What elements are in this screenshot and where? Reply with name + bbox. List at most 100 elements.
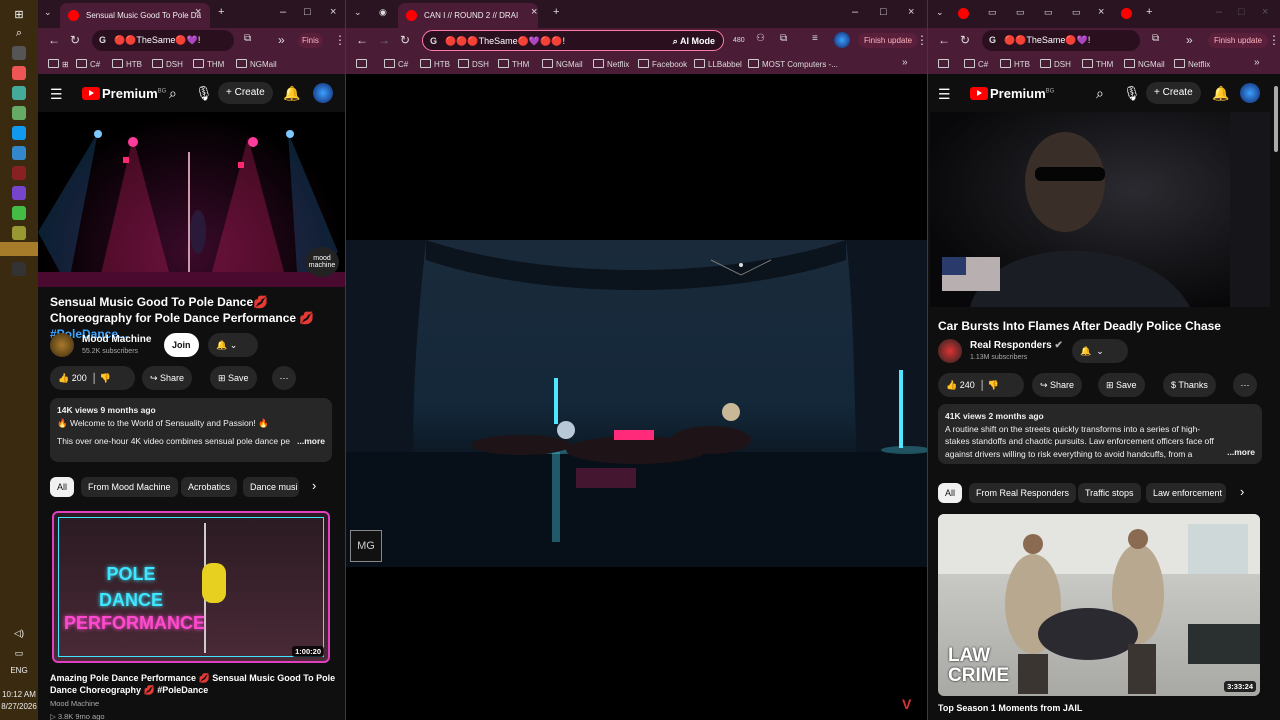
subscribed-bell-button[interactable]: 🔔 ⌄	[208, 333, 258, 357]
description-box[interactable]: 14K views 9 months ago 🔥 Welcome to the …	[50, 398, 332, 462]
minimize-icon[interactable]: –	[852, 6, 858, 18]
chevron-right-icon[interactable]: ›	[1240, 484, 1244, 499]
hamburger-menu-icon[interactable]: ☰	[938, 86, 951, 103]
onenote-icon[interactable]	[12, 186, 26, 200]
new-tab-icon[interactable]: +	[218, 6, 224, 18]
save-button[interactable]: ⊞ Save	[210, 366, 257, 390]
volume-icon[interactable]: ◁)	[12, 626, 26, 640]
chip-dance-music[interactable]: Dance musi	[243, 477, 299, 497]
save-button[interactable]: ⊞ Save	[1098, 373, 1145, 397]
chevron-right-icon[interactable]: »	[1186, 33, 1193, 47]
share-button[interactable]: ↪ Share	[1032, 373, 1083, 397]
chip-from-channel[interactable]: From Mood Machine	[81, 477, 178, 497]
tab-4[interactable]: ▭	[1044, 7, 1053, 18]
clock-date[interactable]: 8/27/2026	[0, 702, 38, 711]
close-tab-icon[interactable]: ×	[195, 6, 201, 18]
omnibox[interactable]: G 🔴🔴TheSame🔴💜!	[92, 30, 234, 51]
bookmark-netflix[interactable]: Netflix	[1174, 59, 1210, 69]
chip-all[interactable]: All	[50, 477, 75, 497]
tab-search-icon[interactable]: ⌄	[44, 7, 52, 18]
bookmark-htb[interactable]: HTB	[112, 59, 142, 69]
close-tab-icon[interactable]: ×	[531, 6, 537, 18]
menu-icon[interactable]: ⋮	[334, 33, 345, 47]
finish-update-button[interactable]: Finish update	[858, 33, 919, 48]
bookmark-thm[interactable]: THM	[1082, 59, 1113, 69]
channel-avatar[interactable]	[50, 333, 74, 357]
back-icon[interactable]: ←	[48, 33, 60, 47]
description-box[interactable]: 41K views 2 months ago A routine shift o…	[938, 404, 1262, 464]
reload-icon[interactable]: ↻	[70, 33, 80, 47]
tab-search-icon[interactable]: ⌄	[354, 7, 362, 18]
bookmark-htb[interactable]: HTB	[420, 59, 450, 69]
finish-update-button[interactable]: Finis	[298, 33, 323, 48]
back-icon[interactable]: ←	[356, 33, 368, 47]
extension-icon-1[interactable]: ⚇	[756, 33, 765, 44]
bookmark-csharp[interactable]: C#	[964, 59, 988, 69]
join-button[interactable]: Join	[164, 333, 199, 357]
close-tab-icon[interactable]: ×	[1098, 6, 1104, 18]
tab-youtube-1[interactable]	[958, 8, 969, 19]
recommended-channel[interactable]: Mood Machine	[50, 699, 99, 708]
search-icon[interactable]: ⌕	[12, 26, 26, 40]
maximize-icon[interactable]: □	[880, 6, 887, 18]
chrome-icon[interactable]	[12, 206, 26, 220]
theater-video-player[interactable]: MG	[346, 240, 927, 567]
avatar[interactable]	[1240, 83, 1260, 103]
app-icon-7[interactable]	[12, 262, 26, 276]
back-icon[interactable]: ←	[938, 33, 950, 47]
app-icon-1[interactable]	[12, 66, 26, 80]
scrollbar[interactable]	[1274, 86, 1278, 152]
more-actions-button[interactable]: ⋯	[272, 366, 296, 390]
menu-icon[interactable]: ⋮	[1268, 33, 1280, 47]
extensions-icon[interactable]: ⧉	[780, 33, 787, 44]
app-icon-4[interactable]	[12, 146, 26, 160]
close-window-icon[interactable]: ×	[330, 6, 336, 18]
microphone-icon[interactable]: 🎙	[1123, 85, 1141, 102]
bookmark-ngmail[interactable]: NGMail	[1124, 59, 1165, 69]
pinned-tab-icon[interactable]: ◉	[379, 7, 387, 18]
menu-icon[interactable]: ⋮	[916, 33, 927, 47]
chevron-right-icon[interactable]: »	[278, 33, 285, 47]
recommended-title[interactable]: Amazing Pole Dance Performance 💋 Sensual…	[50, 672, 340, 696]
tab-active[interactable]: CAN I // ROUND 2 // DRAI	[398, 3, 538, 28]
forward-icon[interactable]: →	[378, 33, 390, 47]
create-button[interactable]: + Create	[218, 82, 273, 104]
tab-active[interactable]: Sensual Music Good To Pole Da	[60, 3, 210, 28]
bookmark-dsh[interactable]: DSH	[152, 59, 183, 69]
youtube-logo[interactable]: PremiumBG	[970, 86, 1054, 101]
tab-5[interactable]: ▭	[1072, 7, 1081, 18]
keyboard-icon[interactable]: ▭	[12, 646, 26, 660]
maximize-icon[interactable]: □	[304, 6, 311, 18]
omnibox[interactable]: G 🔴🔴TheSame🔴💜!	[982, 30, 1140, 51]
extensions-icon[interactable]: ⧉	[244, 33, 251, 44]
channel-name[interactable]: Real Responders ✔	[970, 340, 1063, 351]
reload-icon[interactable]: ↻	[400, 33, 410, 47]
bookmark-facebook[interactable]: Facebook	[638, 59, 687, 69]
chip-acrobatics[interactable]: Acrobatics	[181, 477, 238, 497]
more-link[interactable]: ...more	[1227, 445, 1255, 458]
bookmarks-overflow-icon[interactable]: »	[1254, 57, 1260, 68]
chevron-right-icon[interactable]: ›	[312, 478, 316, 493]
resolution-badge[interactable]: 480	[733, 37, 745, 44]
reload-icon[interactable]: ↻	[960, 33, 970, 47]
app-icon-3[interactable]	[12, 106, 26, 120]
chip-from-channel[interactable]: From Real Responders	[969, 483, 1077, 503]
like-dislike-button[interactable]: 👍 200 │ 👎	[50, 366, 135, 390]
channel-avatar[interactable]	[938, 339, 962, 363]
language-indicator[interactable]: ENG	[0, 666, 38, 675]
clock-time[interactable]: 10:12 AM	[0, 690, 38, 699]
recommended-title[interactable]: Top Season 1 Moments from JAIL	[938, 702, 1268, 714]
chrome-active-icon[interactable]	[0, 242, 38, 256]
share-button[interactable]: ↪ Share	[142, 366, 193, 390]
new-tab-icon[interactable]: +	[553, 6, 559, 18]
avatar[interactable]	[313, 83, 333, 103]
bookmark-thm[interactable]: THM	[193, 59, 224, 69]
close-window-icon[interactable]: ×	[1262, 6, 1268, 18]
bookmark-ngmail[interactable]: NGMail	[542, 59, 583, 69]
app-icon-5[interactable]	[12, 166, 26, 180]
omnibox[interactable]: G 🔴🔴🔴TheSame🔴💜🔴🔴! ⌕ AI Mode	[422, 30, 724, 51]
tab-youtube-active[interactable]	[1121, 8, 1132, 19]
minimize-icon[interactable]: –	[1216, 6, 1222, 18]
ai-mode-button[interactable]: ⌕ AI Mode	[673, 31, 715, 52]
bookmarks-overflow-icon[interactable]: »	[902, 57, 908, 68]
